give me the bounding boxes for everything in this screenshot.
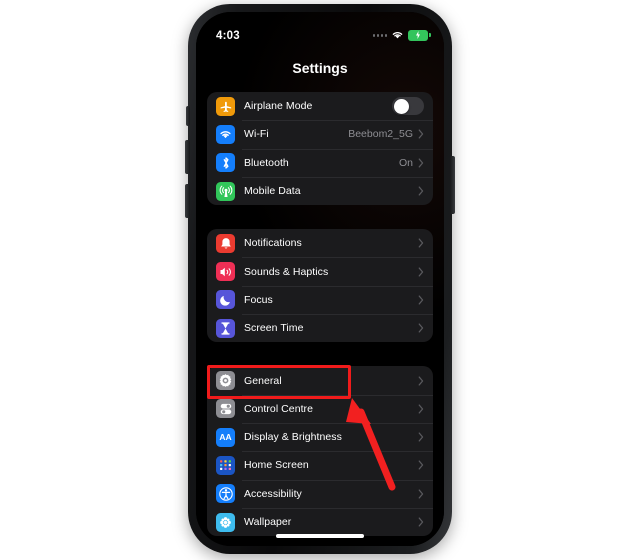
settings-row-focus[interactable]: Focus bbox=[207, 285, 433, 314]
settings-list: Airplane Mode Wi-Fi Beebom2_5G Bluetooth… bbox=[196, 92, 444, 546]
chevron-right-icon bbox=[418, 238, 424, 248]
settings-row-accessory bbox=[418, 489, 424, 499]
settings-row-label: Focus bbox=[244, 293, 273, 306]
toggle-knob bbox=[393, 98, 409, 114]
settings-row-label: Sounds & Haptics bbox=[244, 265, 329, 278]
crescent-moon-icon bbox=[216, 290, 235, 310]
chevron-right-icon bbox=[418, 158, 424, 168]
bluetooth-icon bbox=[216, 153, 235, 173]
chevron-right-icon bbox=[418, 517, 424, 527]
settings-row-screen-time[interactable]: Screen Time bbox=[207, 314, 433, 342]
cellular-antenna-icon bbox=[216, 181, 235, 201]
settings-row-accessory bbox=[418, 375, 424, 386]
status-indicators bbox=[372, 30, 431, 41]
settings-row-display-brightness[interactable]: AA Display & Brightness bbox=[207, 422, 433, 451]
wifi-icon bbox=[392, 32, 403, 39]
chevron-right-icon bbox=[418, 460, 424, 470]
control-toggles-icon bbox=[216, 399, 235, 419]
settings-row-airplane-mode[interactable]: Airplane Mode bbox=[207, 92, 433, 120]
settings-row-accessory bbox=[413, 186, 424, 196]
silent-switch-button[interactable] bbox=[186, 106, 190, 126]
settings-row-sounds-haptics[interactable]: Sounds & Haptics bbox=[207, 257, 433, 285]
volume-up-button[interactable] bbox=[185, 140, 190, 174]
settings-row-accessory bbox=[418, 460, 424, 470]
battery-charging-icon bbox=[408, 30, 431, 41]
settings-row-bluetooth[interactable]: Bluetooth On bbox=[207, 148, 433, 177]
settings-row-accessory bbox=[418, 238, 424, 248]
chevron-right-icon bbox=[418, 186, 424, 196]
settings-row-accessory: On bbox=[399, 157, 424, 169]
settings-row-mobile-data[interactable]: Mobile Data bbox=[207, 176, 433, 205]
bell-icon bbox=[216, 233, 235, 253]
hourglass-icon bbox=[216, 318, 235, 338]
settings-row-general[interactable]: General bbox=[207, 366, 433, 394]
chevron-right-icon bbox=[418, 375, 424, 386]
chevron-right-icon bbox=[418, 267, 424, 277]
page-title: Settings bbox=[292, 60, 348, 76]
airplane-icon bbox=[216, 96, 235, 116]
airplane-mode-toggle[interactable] bbox=[392, 97, 424, 116]
settings-row-accessory bbox=[418, 323, 424, 333]
settings-row-value: Beebom2_5G bbox=[348, 128, 413, 141]
settings-row-label: Screen Time bbox=[244, 322, 304, 335]
text-size-aa-icon: AA bbox=[216, 427, 235, 447]
accessibility-person-icon bbox=[216, 484, 235, 504]
settings-row-label: Control Centre bbox=[244, 402, 313, 415]
settings-row-accessory: Beebom2_5G bbox=[348, 128, 424, 140]
gear-icon bbox=[216, 371, 235, 391]
settings-row-label: Bluetooth bbox=[244, 156, 289, 169]
settings-row-accessory bbox=[418, 267, 424, 277]
status-time: 4:03 bbox=[216, 30, 240, 42]
speaker-waves-icon bbox=[216, 262, 235, 282]
settings-row-accessibility[interactable]: Accessibility bbox=[207, 479, 433, 508]
settings-app: 4:03 Settings Airplane Mode Wi-Fi Beebom… bbox=[196, 12, 444, 546]
chevron-right-icon bbox=[418, 323, 424, 333]
settings-group-alerts: Notifications Sounds & Haptics Focus Scr… bbox=[207, 229, 433, 343]
signal-dots-icon bbox=[372, 34, 387, 37]
svg-text:AA: AA bbox=[219, 432, 231, 442]
settings-row-label: Display & Brightness bbox=[244, 431, 342, 444]
wifi-icon bbox=[216, 124, 235, 144]
settings-group-connectivity: Airplane Mode Wi-Fi Beebom2_5G Bluetooth… bbox=[207, 92, 433, 206]
settings-row-wi-fi[interactable]: Wi-Fi Beebom2_5G bbox=[207, 120, 433, 148]
settings-row-accessory bbox=[418, 432, 424, 442]
chevron-right-icon bbox=[418, 489, 424, 499]
settings-row-label: Accessibility bbox=[244, 487, 302, 500]
chevron-right-icon bbox=[418, 295, 424, 305]
settings-row-label: General bbox=[244, 374, 282, 387]
settings-row-label: Notifications bbox=[244, 237, 302, 250]
settings-row-label: Wallpaper bbox=[244, 516, 292, 528]
status-bar: 4:03 bbox=[196, 24, 444, 51]
settings-row-accessory bbox=[392, 97, 424, 116]
settings-row-wallpaper[interactable]: Wallpaper bbox=[207, 507, 433, 536]
volume-down-button[interactable] bbox=[185, 184, 190, 218]
settings-row-label: Wi-Fi bbox=[244, 128, 269, 141]
app-grid-icon bbox=[216, 455, 235, 475]
power-button[interactable] bbox=[450, 156, 455, 214]
screenshot-canvas: 4:03 Settings Airplane Mode Wi-Fi Beebom… bbox=[0, 0, 640, 560]
flower-wallpaper-icon bbox=[216, 512, 235, 532]
settings-row-value: On bbox=[398, 156, 413, 169]
settings-row-label: Mobile Data bbox=[244, 185, 301, 198]
chevron-right-icon bbox=[418, 432, 424, 442]
settings-row-accessory bbox=[418, 295, 424, 305]
settings-row-notifications[interactable]: Notifications bbox=[207, 229, 433, 257]
settings-row-accessory bbox=[418, 404, 424, 414]
chevron-right-icon bbox=[418, 404, 424, 414]
settings-row-accessory bbox=[418, 517, 424, 527]
settings-row-label: Airplane Mode bbox=[244, 100, 313, 113]
settings-row-control-centre[interactable]: Control Centre bbox=[207, 394, 433, 423]
settings-group-system: General Control Centre AA Display & Brig… bbox=[207, 366, 433, 537]
settings-row-home-screen[interactable]: Home Screen bbox=[207, 451, 433, 479]
phone-screen: 4:03 Settings Airplane Mode Wi-Fi Beebom… bbox=[196, 12, 444, 546]
chevron-right-icon bbox=[418, 129, 424, 139]
settings-row-label: Home Screen bbox=[244, 459, 309, 472]
home-indicator[interactable] bbox=[276, 534, 364, 538]
